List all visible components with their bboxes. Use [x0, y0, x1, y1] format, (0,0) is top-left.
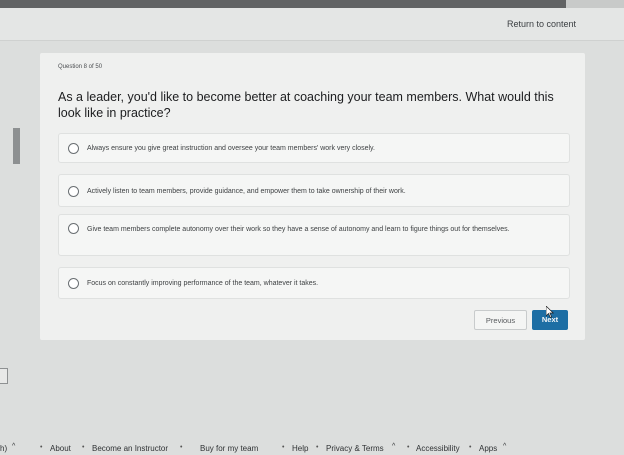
question-text: As a leader, you'd like to become better… [58, 90, 554, 120]
quiz-header: Return to content [0, 8, 624, 41]
radio-empty-icon[interactable] [68, 186, 79, 197]
answer-label: Give team members complete autonomy over… [87, 226, 510, 233]
footer-link-buy[interactable]: Buy for my team [200, 444, 258, 453]
radio-empty-icon[interactable] [68, 223, 79, 234]
separator-dot: • [40, 444, 43, 451]
answer-option-4[interactable]: Focus on constantly improving performanc… [58, 267, 570, 299]
footer-fragment: h) [0, 444, 8, 453]
footer: h) ^ • About • Become an Instructor • Bu… [0, 440, 624, 455]
footer-link-help[interactable]: Help [292, 444, 308, 453]
side-panel-edge [0, 368, 8, 384]
previous-button[interactable]: Previous [474, 310, 527, 330]
question-card: Question 8 of 50 As a leader, you'd like… [40, 53, 585, 340]
chevron-up-icon[interactable]: ^ [503, 443, 506, 450]
separator-dot: • [407, 444, 410, 451]
question-counter: Question 8 of 50 [58, 64, 103, 70]
separator-dot: • [469, 444, 472, 451]
footer-link-about[interactable]: About [50, 444, 71, 453]
answer-label: Always ensure you give great instruction… [87, 145, 375, 152]
answer-option-1[interactable]: Always ensure you give great instruction… [58, 133, 570, 163]
answer-label: Actively listen to team members, provide… [87, 188, 406, 195]
scrollbar-thumb[interactable] [13, 128, 20, 164]
footer-link-privacy[interactable]: Privacy & Terms [326, 444, 384, 453]
footer-link-apps[interactable]: Apps [479, 444, 497, 453]
top-bar [0, 0, 624, 8]
mouse-cursor-icon [546, 306, 554, 318]
footer-link-accessibility[interactable]: Accessibility [416, 444, 460, 453]
radio-empty-icon[interactable] [68, 278, 79, 289]
footer-link-instructor[interactable]: Become an Instructor [92, 444, 168, 453]
return-to-content-link[interactable]: Return to content [507, 19, 576, 29]
separator-dot: • [316, 444, 319, 451]
answer-option-3[interactable]: Give team members complete autonomy over… [58, 214, 570, 256]
answer-option-2[interactable]: Actively listen to team members, provide… [58, 174, 570, 207]
answer-label: Focus on constantly improving performanc… [87, 280, 319, 287]
separator-dot: • [82, 444, 85, 451]
separator-dot: • [282, 444, 285, 451]
separator-dot: • [180, 444, 183, 451]
chevron-up-icon[interactable]: ^ [392, 443, 395, 450]
chevron-up-icon[interactable]: ^ [12, 443, 15, 450]
radio-empty-icon[interactable] [68, 143, 79, 154]
